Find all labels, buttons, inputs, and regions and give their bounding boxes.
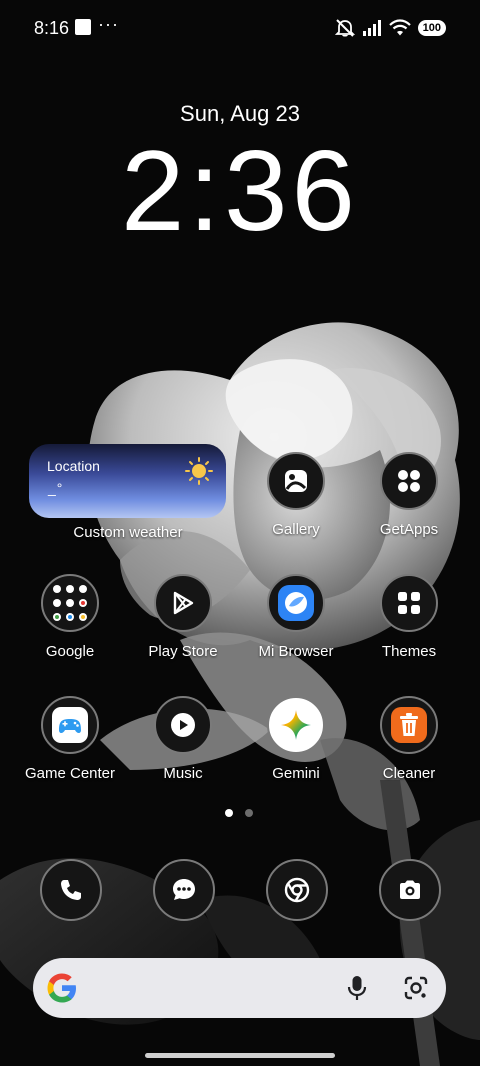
getapps-icon <box>380 452 438 510</box>
messages-icon <box>173 879 195 900</box>
gesture-navigation-bar[interactable] <box>145 1053 335 1058</box>
mi-browser-icon <box>267 574 325 632</box>
battery-icon: 100 <box>417 20 446 36</box>
app-music[interactable]: Music <box>123 696 243 782</box>
app-game-center[interactable]: Game Center <box>10 696 130 782</box>
page-indicator[interactable] <box>225 809 253 817</box>
status-time: 8:16 <box>34 18 70 38</box>
dock-messages[interactable] <box>153 859 215 921</box>
weather-location: Location <box>47 458 100 474</box>
weather-temperature: _° <box>48 480 64 496</box>
app-google-folder[interactable]: Google <box>10 574 130 660</box>
music-icon <box>154 696 212 754</box>
notification-square-icon <box>75 19 91 35</box>
dock-chrome[interactable] <box>266 859 328 921</box>
app-label: Themes <box>381 643 437 660</box>
app-label: Google <box>45 643 95 660</box>
app-label: GetApps <box>379 521 439 538</box>
sun-icon <box>185 457 213 485</box>
wifi-icon <box>388 19 411 36</box>
dock-phone[interactable] <box>40 859 102 921</box>
microphone-icon[interactable] <box>346 974 368 1002</box>
app-gemini[interactable]: Gemini <box>236 696 356 782</box>
date-label[interactable]: Sun, Aug 23 <box>0 101 480 127</box>
chrome-icon <box>284 877 310 903</box>
page-dot-1[interactable] <box>225 809 233 817</box>
google-search-bar[interactable] <box>33 958 446 1018</box>
app-label: Cleaner <box>382 765 436 782</box>
app-label: Music <box>163 765 203 782</box>
weather-widget[interactable]: Location _° <box>29 444 226 518</box>
app-play-store[interactable]: Play Store <box>123 574 243 660</box>
cleaner-icon <box>380 696 438 754</box>
page-dot-2[interactable] <box>245 809 253 817</box>
themes-icon <box>380 574 438 632</box>
app-label: Gallery <box>272 521 320 538</box>
app-gallery[interactable]: Gallery <box>236 452 356 538</box>
google-logo-icon <box>47 973 76 1003</box>
app-label: Mi Browser <box>258 643 334 660</box>
game-center-icon <box>41 696 99 754</box>
app-themes[interactable]: Themes <box>349 574 469 660</box>
google-folder-icon <box>41 574 99 632</box>
dock-camera[interactable] <box>379 859 441 921</box>
mute-icon <box>334 19 355 37</box>
status-bar: 8:16 ··· 100 <box>0 0 480 56</box>
gallery-icon <box>267 452 325 510</box>
lens-icon[interactable] <box>403 975 429 1001</box>
more-dots-icon: ··· <box>98 14 119 34</box>
app-getapps[interactable]: GetApps <box>349 452 469 538</box>
app-label: Game Center <box>24 765 116 782</box>
signal-icon <box>362 20 381 36</box>
play-store-icon <box>154 574 212 632</box>
app-label: Gemini <box>272 765 320 782</box>
app-cleaner[interactable]: Cleaner <box>349 696 469 782</box>
app-label: Play Store <box>148 643 218 660</box>
app-mi-browser[interactable]: Mi Browser <box>236 574 356 660</box>
weather-widget-label: Custom weather <box>73 524 183 541</box>
clock-widget[interactable]: 2:36 <box>0 130 480 254</box>
phone-icon <box>61 880 81 900</box>
camera-icon <box>400 880 420 899</box>
gemini-icon <box>267 696 325 754</box>
